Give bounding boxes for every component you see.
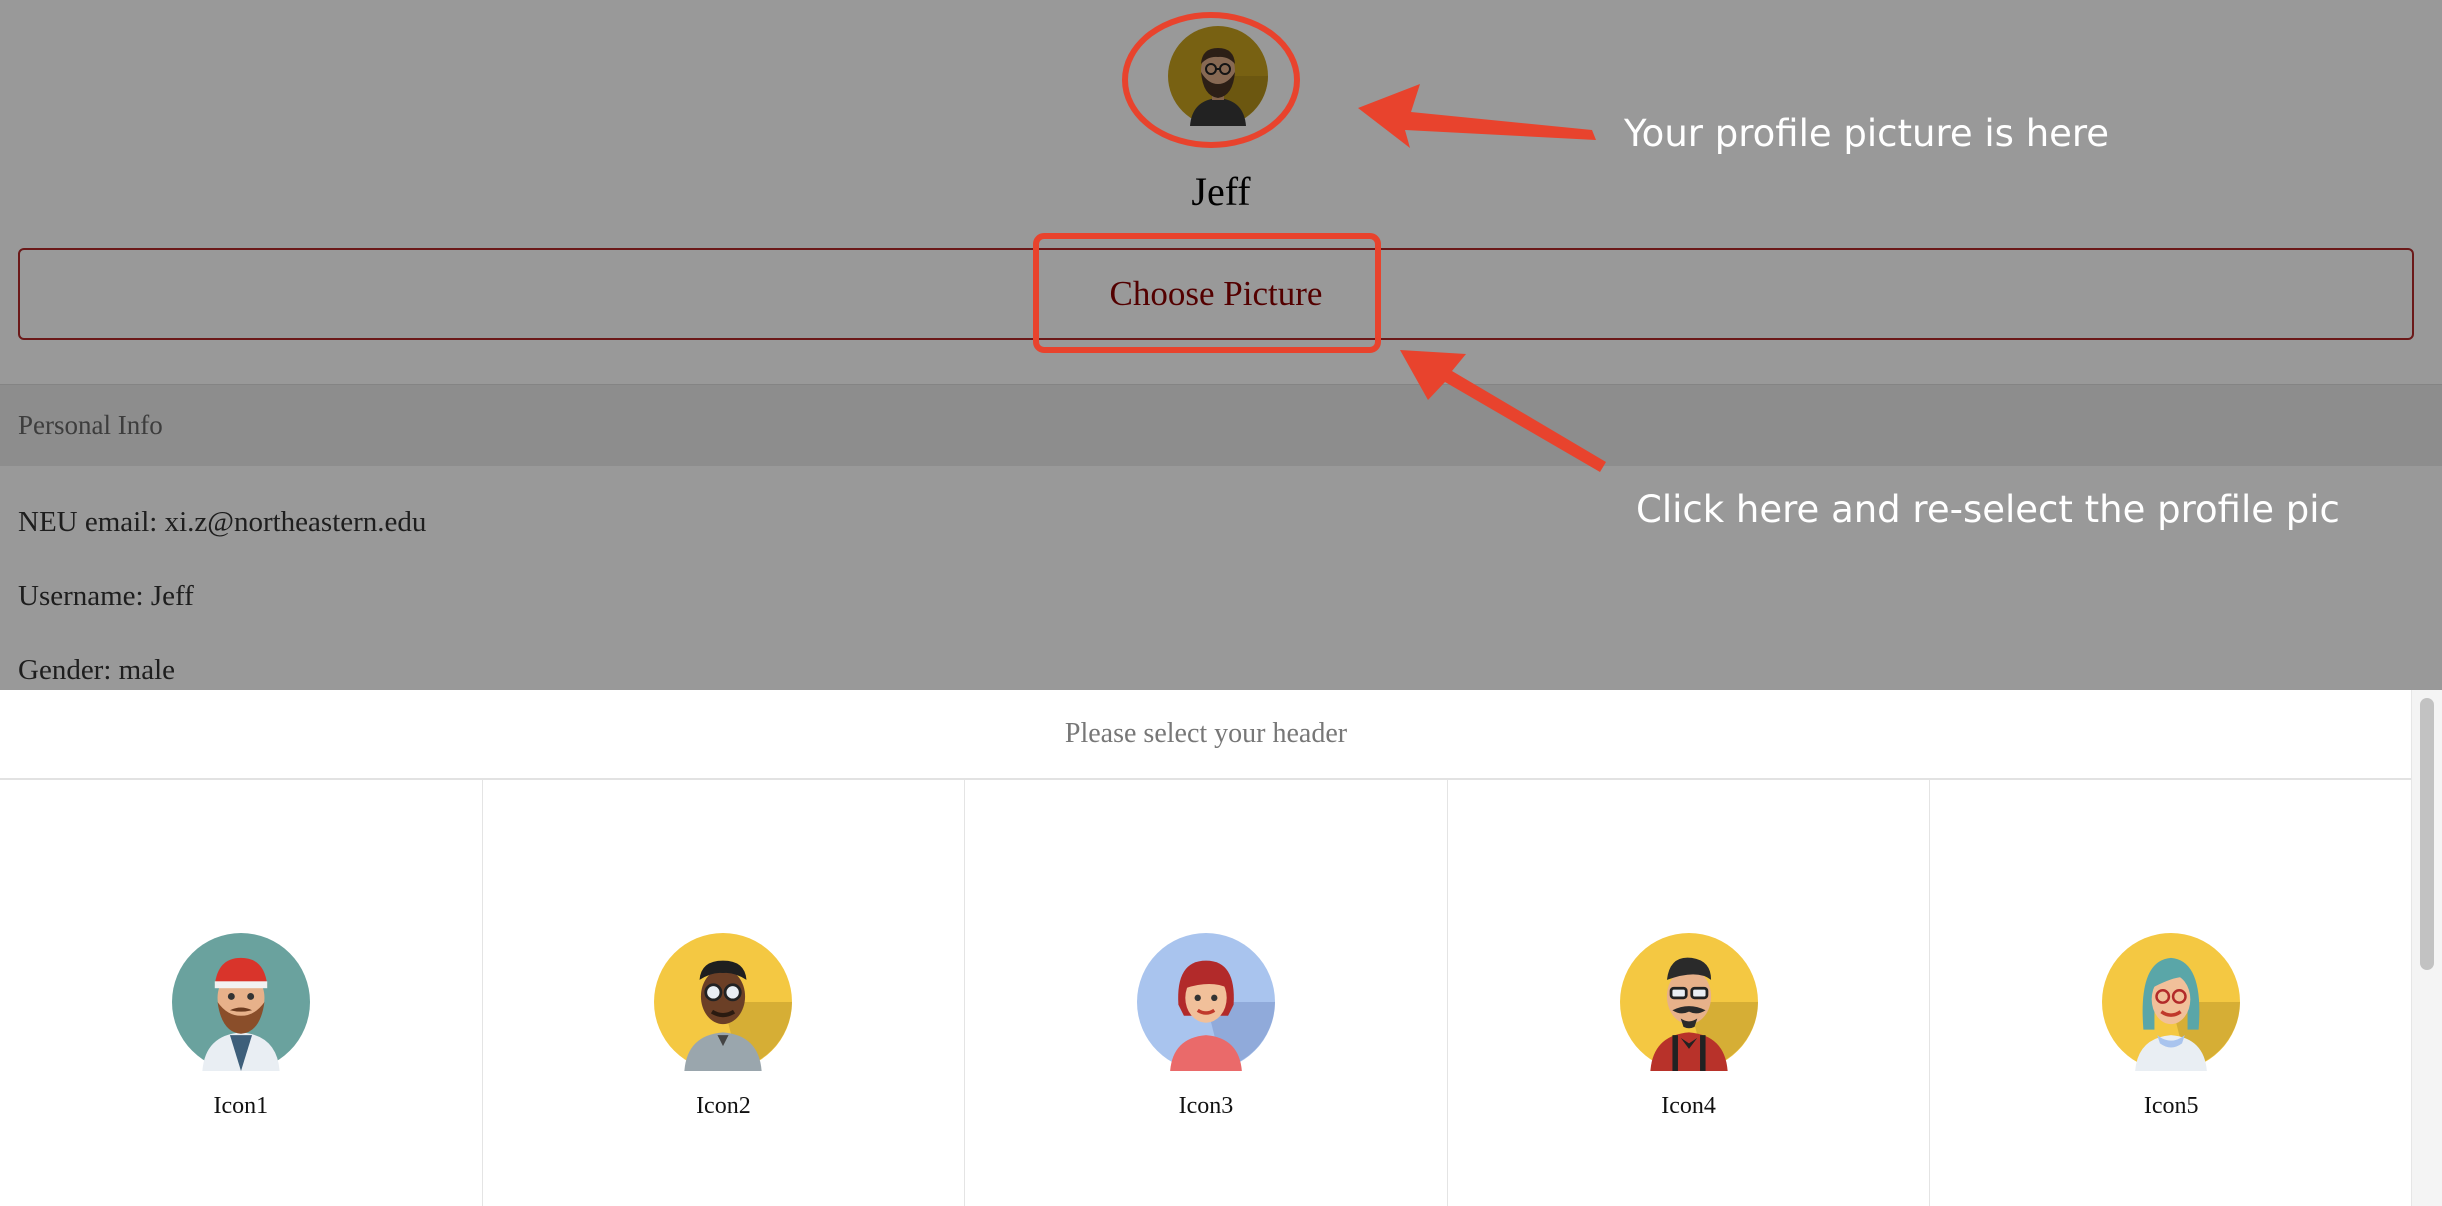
avatar-picker-sheet: Please select your header Icon1 Icon2 Ic… — [0, 690, 2442, 1206]
bearded-man-red-cap-avatar-icon — [171, 933, 310, 1071]
picker-option-icon1[interactable]: Icon1 — [0, 780, 483, 1206]
picker-title: Please select your header — [0, 690, 2412, 780]
teal-haired-woman-avatar-icon — [2102, 933, 2241, 1071]
picker-scrollbar-thumb[interactable] — [2420, 698, 2434, 970]
mustache-man-suspenders-avatar-icon — [1619, 933, 1758, 1071]
picker-icons-row: Icon1 Icon2 Icon3 Icon4 Icon5 — [0, 780, 2412, 1206]
picker-option-label: Icon5 — [2143, 1093, 2199, 1119]
picker-option-icon3[interactable]: Icon3 — [965, 780, 1448, 1206]
picker-scrollbar[interactable] — [2411, 690, 2442, 1206]
annotation-layer — [1033, 12, 1606, 472]
picker-option-label: Icon4 — [1661, 1093, 1716, 1119]
button-highlight-rect — [1033, 233, 1381, 353]
picker-option-icon4[interactable]: Icon4 — [1448, 780, 1931, 1206]
picker-option-icon5[interactable]: Icon5 — [1930, 780, 2412, 1206]
annotation-profile-picture: Your profile picture is here — [1624, 112, 2110, 155]
arrow-to-avatar-icon — [1358, 84, 1596, 148]
man-glasses-avatar-icon — [654, 933, 793, 1071]
picker-option-label: Icon3 — [1178, 1093, 1234, 1119]
picker-option-label: Icon2 — [696, 1093, 751, 1119]
avatar-highlight-circle — [1122, 12, 1300, 148]
red-haired-woman-avatar-icon — [1136, 933, 1275, 1071]
picker-option-icon2[interactable]: Icon2 — [483, 780, 966, 1206]
annotation-choose-picture: Click here and re-select the profile pic — [1636, 488, 2340, 531]
picker-option-label: Icon1 — [213, 1093, 269, 1119]
arrow-to-button-icon — [1400, 350, 1606, 472]
